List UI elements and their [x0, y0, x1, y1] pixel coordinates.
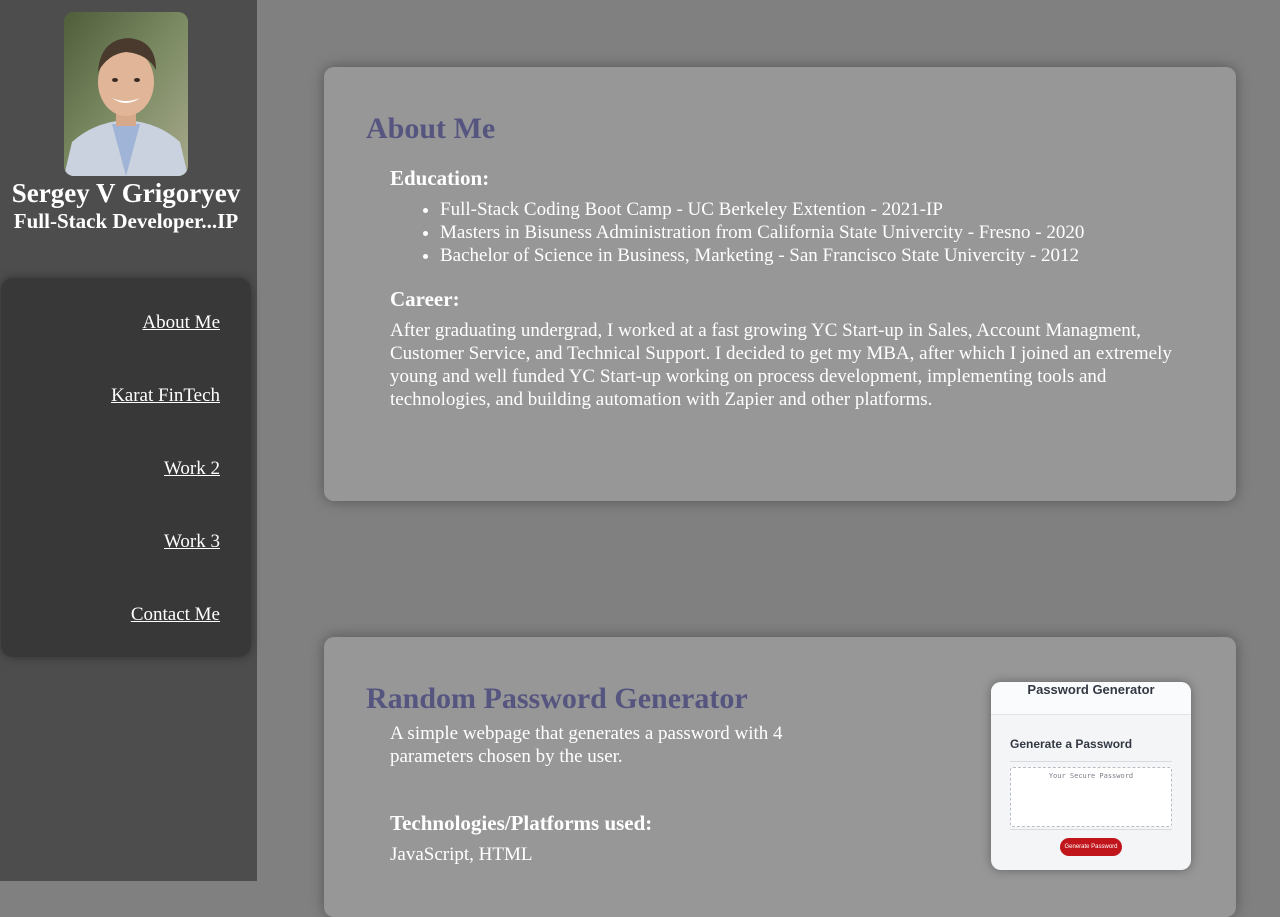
profile-photo	[64, 12, 188, 176]
nav-menu: About Me Karat FinTech Work 2 Work 3 Con…	[1, 278, 251, 657]
about-me-card: About Me Education: Full-Stack Coding Bo…	[324, 67, 1236, 501]
nav-link-about-me[interactable]: About Me	[142, 311, 220, 335]
screenshot-title: Password Generator	[991, 682, 1191, 715]
project-title: Random Password Generator	[366, 682, 748, 715]
screenshot-password-box: Your Secure Password	[1010, 767, 1172, 827]
education-list: Full-Stack Coding Boot Camp - UC Berkele…	[390, 198, 1084, 267]
profile-name: Sergey V Grigoryev	[11, 178, 241, 208]
nav-link-work-3[interactable]: Work 3	[164, 530, 220, 554]
nav-link-work-2[interactable]: Work 2	[164, 457, 220, 481]
project-card: Random Password Generator A simple webpa…	[324, 637, 1236, 917]
profile-role: Full-Stack Developer...IP	[13, 209, 239, 233]
education-item: Masters in Bisuness Administration from …	[440, 221, 1084, 244]
screenshot-generate-button: Generate Password	[1060, 838, 1122, 856]
project-screenshot[interactable]: Password Generator Generate a Password Y…	[991, 682, 1191, 870]
screenshot-divider	[1010, 761, 1172, 762]
screenshot-placeholder: Your Secure Password	[1048, 772, 1134, 780]
about-me-title: About Me	[366, 112, 496, 145]
screenshot-divider	[1010, 829, 1172, 830]
education-item: Bachelor of Science in Business, Marketi…	[440, 244, 1084, 267]
tech-list: JavaScript, HTML	[390, 844, 533, 865]
avatar	[64, 12, 188, 176]
career-heading: Career:	[390, 287, 460, 311]
project-description: A simple webpage that generates a passwo…	[390, 723, 783, 767]
education-heading: Education:	[390, 166, 490, 190]
tech-heading: Technologies/Platforms used:	[390, 811, 653, 835]
career-text: After graduating undergrad, I worked at …	[390, 320, 1172, 410]
nav-link-karat-fintech[interactable]: Karat FinTech	[111, 384, 220, 408]
education-item: Full-Stack Coding Boot Camp - UC Berkele…	[440, 198, 1084, 221]
screenshot-subtitle: Generate a Password	[1010, 737, 1133, 751]
sidebar: Sergey V Grigoryev Full-Stack Developer.…	[0, 0, 257, 881]
nav-link-contact-me[interactable]: Contact Me	[131, 603, 220, 627]
